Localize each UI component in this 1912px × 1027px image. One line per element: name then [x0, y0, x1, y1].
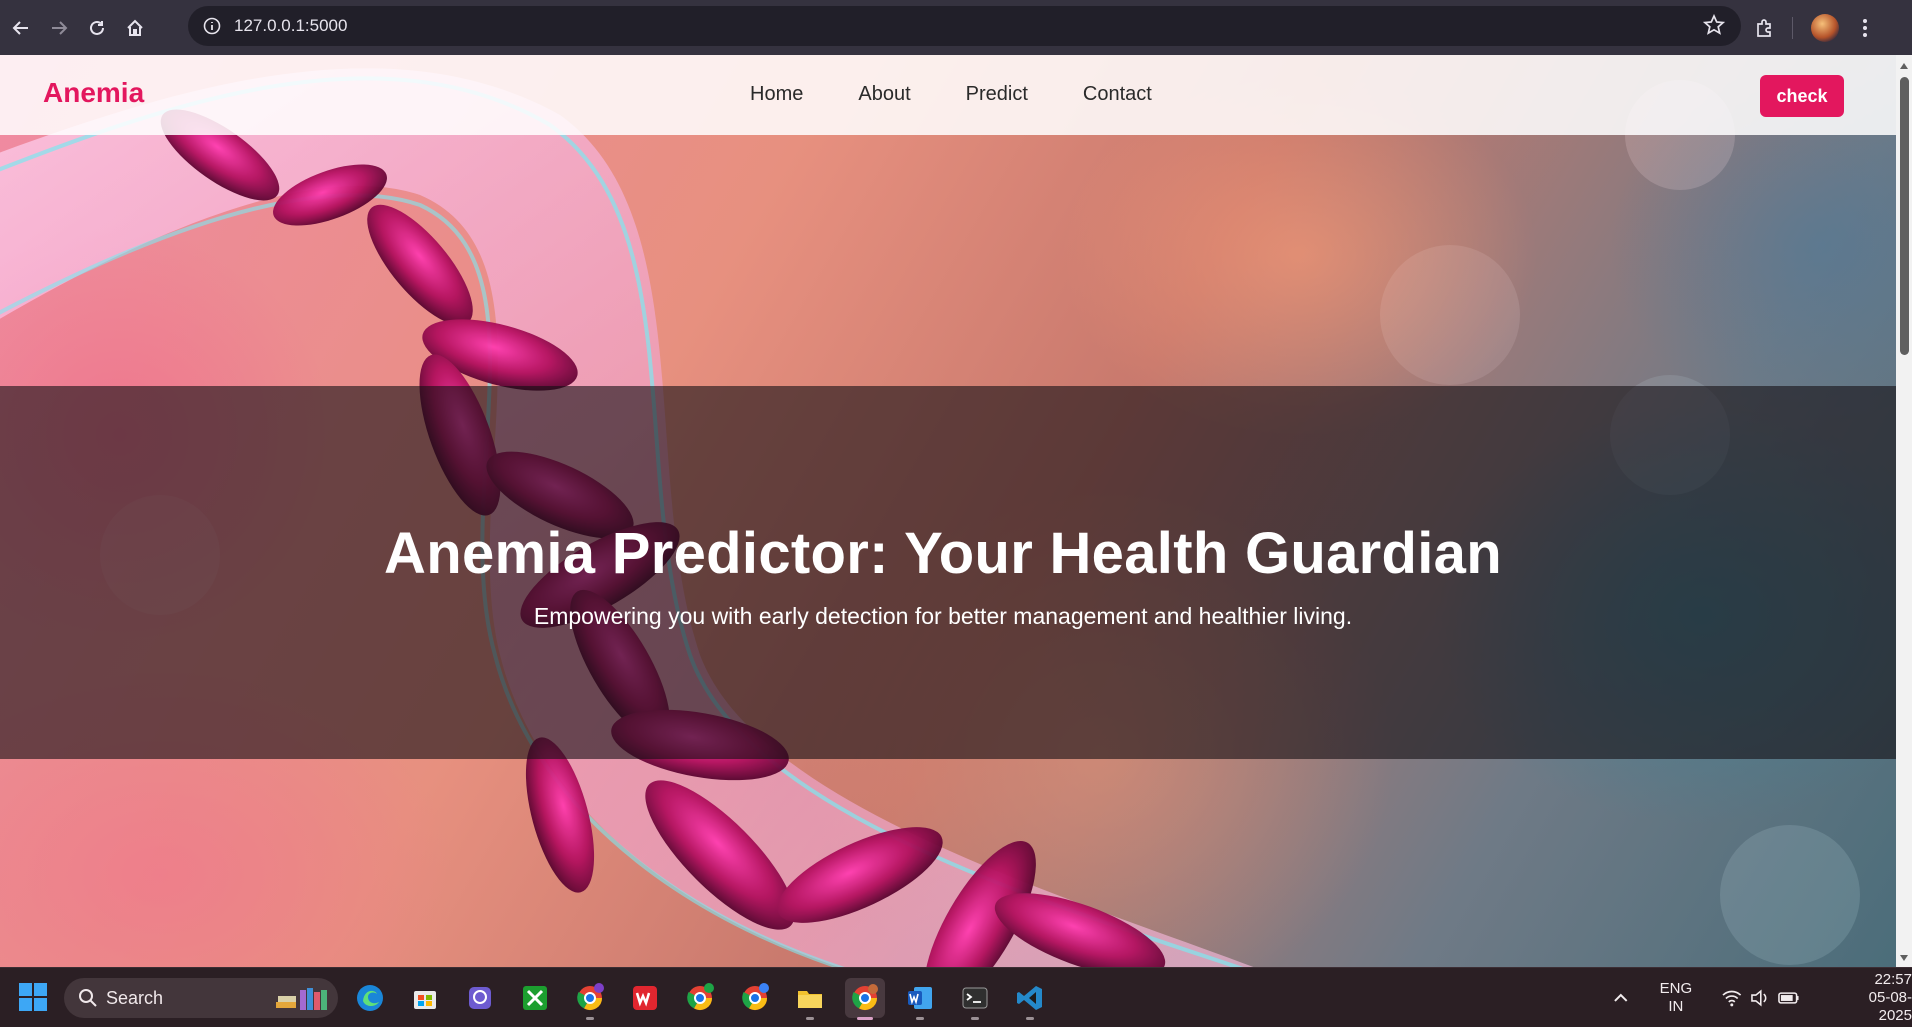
xbox-icon[interactable] [515, 978, 555, 1018]
search-highlight-books-icon [276, 988, 327, 1010]
home-icon[interactable] [120, 13, 150, 43]
chrome-active-icon[interactable] [845, 978, 885, 1020]
clock-date: 05-08-2025 [1868, 988, 1912, 1024]
site-navbar: Anemia Home About Predict Contact check [0, 55, 1896, 135]
check-button[interactable]: check [1760, 75, 1844, 117]
running-indicator [806, 1017, 814, 1020]
scroll-up-icon[interactable] [1899, 61, 1909, 71]
running-indicator [971, 1017, 979, 1020]
reload-icon[interactable] [82, 13, 112, 43]
nav-links: Home About Predict Contact [750, 83, 1152, 106]
brand-logo[interactable]: Anemia [43, 77, 144, 109]
language-line-2: IN [1668, 997, 1684, 1015]
chevron-up-icon[interactable] [1612, 989, 1630, 1007]
browser-toolbar: 127.0.0.1:5000 [0, 0, 1912, 55]
battery-icon[interactable] [1777, 989, 1801, 1007]
windows-taskbar: Search ENG IN 22:57 05-08-2025 [0, 967, 1912, 1027]
language-line-1: ENG [1659, 979, 1693, 997]
nav-link-home[interactable]: Home [750, 83, 803, 106]
running-indicator [1026, 1017, 1034, 1020]
clock-time: 22:57 [1874, 970, 1912, 988]
hero-subtitle: Empowering you with early detection for … [533, 603, 1353, 629]
taskbar-search[interactable]: Search [64, 978, 338, 1018]
site-info-icon[interactable] [200, 14, 224, 38]
language-indicator[interactable]: ENG IN [1660, 980, 1693, 1016]
menu-dots-icon[interactable] [1855, 13, 1875, 43]
store-icon[interactable] [405, 978, 445, 1018]
file-explorer-icon[interactable] [790, 978, 830, 1020]
clock[interactable]: 22:57 05-08-2025 [1837, 971, 1912, 1025]
edge-icon[interactable] [350, 978, 390, 1018]
search-icon [79, 989, 97, 1007]
chrome-profile-v-icon[interactable] [570, 978, 610, 1020]
search-label: Search [106, 987, 164, 1008]
system-tray: ENG IN 22:57 05-08-2025 [1612, 968, 1912, 1027]
scrollbar-thumb[interactable] [1900, 77, 1909, 355]
active-indicator [857, 1017, 873, 1020]
windows-start-icon[interactable] [18, 982, 48, 1012]
scroll-down-icon[interactable] [1899, 953, 1909, 963]
extensions-icon[interactable] [1750, 13, 1780, 43]
page-viewport: Anemia Predictor: Your Health Guardian E… [0, 55, 1896, 967]
address-bar[interactable]: 127.0.0.1:5000 [188, 6, 1741, 46]
back-icon[interactable] [6, 13, 36, 43]
nav-link-about[interactable]: About [858, 83, 910, 106]
toolbar-divider [1792, 16, 1793, 39]
word-icon[interactable] [900, 978, 940, 1020]
running-indicator [916, 1017, 924, 1020]
nav-link-contact[interactable]: Contact [1083, 83, 1152, 106]
vscode-icon[interactable] [1010, 978, 1050, 1020]
chrome-icon[interactable] [735, 978, 775, 1018]
terminal-icon[interactable] [955, 978, 995, 1020]
wifi-icon[interactable] [1722, 989, 1742, 1007]
nav-link-predict[interactable]: Predict [966, 83, 1028, 106]
url-text[interactable]: 127.0.0.1:5000 [234, 16, 347, 36]
photos-icon[interactable] [460, 978, 500, 1018]
forward-icon[interactable] [44, 13, 74, 43]
hero-title: Anemia Predictor: Your Health Guardian [384, 521, 1502, 586]
bookmark-star-icon[interactable] [1702, 13, 1726, 41]
running-indicator [586, 1017, 594, 1020]
profile-avatar[interactable] [1811, 13, 1839, 42]
page-scrollbar[interactable] [1896, 55, 1912, 967]
wps-office-icon[interactable] [625, 978, 665, 1018]
volume-icon[interactable] [1750, 989, 1770, 1007]
chrome-profile-v2-icon[interactable] [680, 978, 720, 1018]
